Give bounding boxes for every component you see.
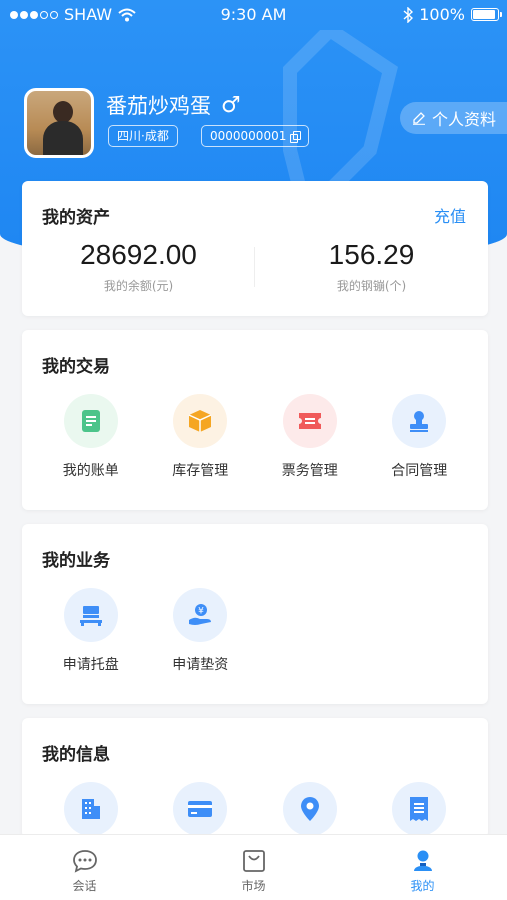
info-item-bank-card[interactable]: [146, 782, 256, 836]
bluetooth-icon: [403, 6, 414, 23]
steel-coin-value: 156.29: [328, 239, 415, 270]
info-item-invoice[interactable]: [365, 782, 475, 836]
user-id-tag[interactable]: 0000000001: [201, 125, 310, 147]
tab-me[interactable]: 我的: [338, 835, 507, 900]
inventory-label: 库存管理: [172, 463, 229, 479]
tab-market[interactable]: 市场: [169, 835, 338, 900]
tab-market-label: 市场: [241, 879, 266, 893]
info-card: 我的信息: [22, 718, 488, 838]
inventory-box-icon: [173, 394, 228, 448]
svg-text:¥: ¥: [198, 607, 204, 617]
user-name: 番茄炒鸡蛋: [106, 94, 211, 118]
status-bar: SHAW 9:30 AM 100%: [0, 0, 507, 30]
contract-label: 合同管理: [391, 463, 448, 479]
location-pin-icon: [282, 782, 337, 836]
balance-block[interactable]: 28692.00 我的余额(元): [22, 239, 255, 294]
battery-icon: [471, 8, 502, 21]
apply-advance-item[interactable]: ¥ 申请垫资: [146, 588, 256, 674]
apply-advance-label: 申请垫资: [172, 657, 229, 673]
trade-card: 我的交易 我的账单 库存管理 票务管理 合同管理: [22, 330, 488, 510]
bank-card-icon: [173, 782, 228, 836]
steel-coin-block[interactable]: 156.29 我的钢镚(个): [255, 239, 488, 294]
assets-card: 我的资产 充值 28692.00 我的余额(元) 156.29 我的钢镚(个): [22, 181, 488, 316]
my-bill-item[interactable]: 我的账单: [36, 394, 146, 480]
chat-icon: [72, 850, 97, 873]
user-id-label: 0000000001: [210, 129, 287, 143]
copy-icon[interactable]: [290, 130, 302, 143]
receipt-icon: [392, 782, 447, 836]
shopping-bag-icon: [242, 850, 265, 872]
steel-coin-label: 我的钢镚(个): [336, 279, 407, 293]
ticket-item[interactable]: 票务管理: [255, 394, 365, 480]
yuan-hand-icon: ¥: [173, 588, 228, 642]
ticket-label: 票务管理: [281, 463, 338, 479]
trade-title: 我的交易: [42, 357, 110, 377]
assets-title: 我的资产: [42, 208, 110, 228]
contract-item[interactable]: 合同管理: [365, 394, 475, 480]
apply-pallet-label: 申请托盘: [62, 657, 119, 673]
avatar[interactable]: [24, 88, 94, 158]
balance-value: 28692.00: [80, 239, 197, 270]
region-label: 四川·成都: [117, 129, 169, 143]
tab-me-label: 我的: [410, 879, 435, 893]
edit-profile-button[interactable]: 个人资料: [400, 102, 507, 134]
region-tag: 四川·成都: [108, 125, 178, 147]
user-icon: [413, 850, 432, 871]
building-icon: [63, 782, 118, 836]
business-title: 我的业务: [42, 551, 110, 571]
business-card: 我的业务 申请托盘 ¥ 申请垫资: [22, 524, 488, 704]
apply-pallet-item[interactable]: 申请托盘: [36, 588, 146, 674]
tab-chat[interactable]: 会话: [0, 835, 169, 900]
info-item-address[interactable]: [255, 782, 365, 836]
pencil-icon: [413, 112, 425, 125]
user-name-row: 番茄炒鸡蛋 ♂: [106, 90, 241, 120]
tab-chat-label: 会话: [72, 879, 97, 893]
bill-icon: [63, 394, 118, 448]
info-item-company[interactable]: [36, 782, 146, 836]
male-gender-icon: ♂: [221, 92, 241, 118]
contract-stamp-icon: [392, 394, 447, 448]
ticket-icon: [282, 394, 337, 448]
battery-percent: 100%: [419, 5, 465, 24]
info-title: 我的信息: [42, 745, 110, 765]
bottom-tab-bar: 会话 市场 我的: [0, 834, 507, 900]
balance-label: 我的余额(元): [103, 279, 174, 293]
edit-profile-label: 个人资料: [432, 110, 497, 129]
pallet-icon: [63, 588, 118, 642]
inventory-item[interactable]: 库存管理: [146, 394, 256, 480]
my-bill-label: 我的账单: [62, 463, 119, 479]
recharge-button[interactable]: 充值: [434, 203, 466, 227]
